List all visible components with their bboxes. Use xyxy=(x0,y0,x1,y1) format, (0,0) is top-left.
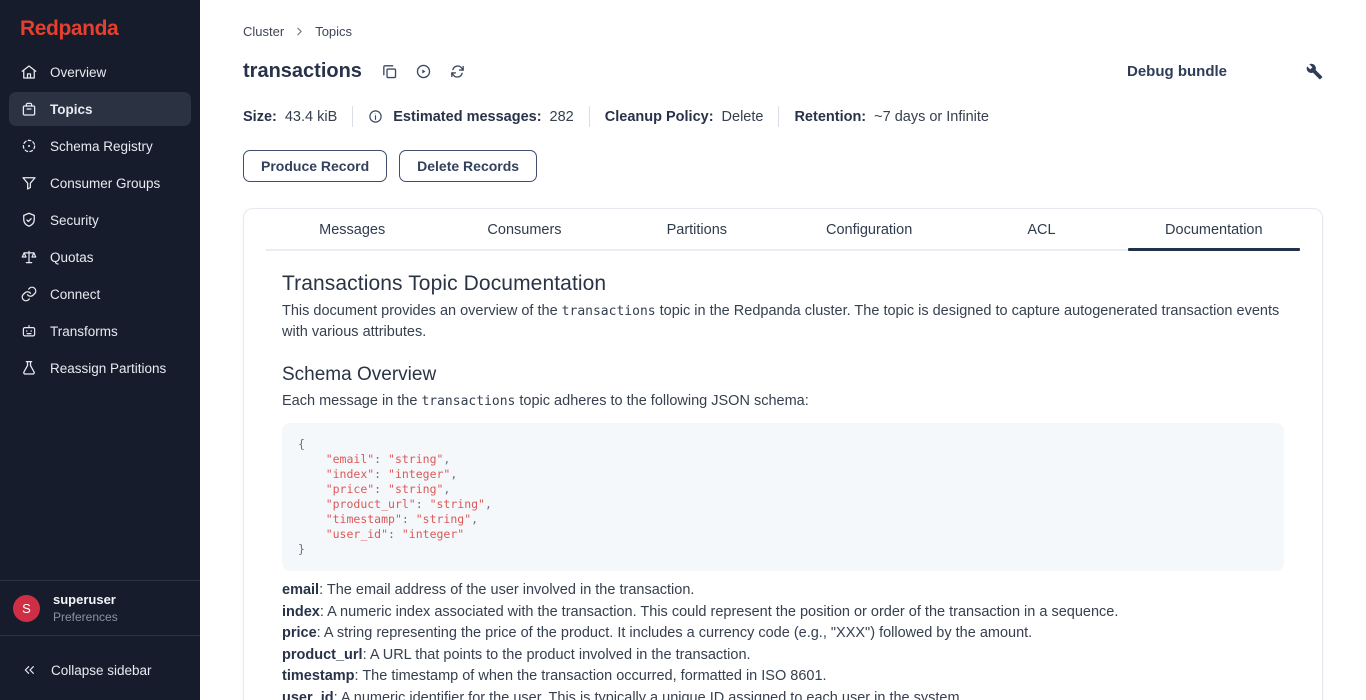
sidebar-item-reassign-partitions[interactable]: Reassign Partitions xyxy=(9,351,191,385)
sidebar-item-connect[interactable]: Connect xyxy=(9,277,191,311)
user-name: superuser xyxy=(53,592,118,607)
sidebar-item-label: Security xyxy=(50,213,99,228)
tab-documentation[interactable]: Documentation xyxy=(1128,209,1300,249)
tab-acl[interactable]: ACL xyxy=(955,209,1127,249)
field-timestamp: timestamp: The timestamp of when the tra… xyxy=(282,666,1284,688)
action-buttons: Produce Record Delete Records xyxy=(243,150,1323,182)
breadcrumb-topics[interactable]: Topics xyxy=(315,24,352,39)
documentation-panel: Transactions Topic Documentation This do… xyxy=(244,251,1322,700)
field-product-url: product_url: A URL that points to the pr… xyxy=(282,645,1284,667)
sidebar-bottom: S superuser Preferences Collapse sidebar xyxy=(0,580,200,700)
wrench-icon[interactable] xyxy=(1306,63,1323,80)
topic-stats: Size: 43.4 kiB Estimated messages: 282 C… xyxy=(243,106,1323,127)
doc-intro-paragraph: This document provides an overview of th… xyxy=(282,301,1284,343)
title-row: transactions Debug bundle xyxy=(243,60,1323,83)
doc-title: Transactions Topic Documentation xyxy=(282,272,1284,296)
stat-size: Size: 43.4 kiB xyxy=(243,109,337,125)
tab-bar: Messages Consumers Partitions Configurat… xyxy=(266,209,1300,251)
chevrons-left-icon xyxy=(21,662,37,678)
produce-record-button[interactable]: Produce Record xyxy=(243,150,387,182)
tab-configuration[interactable]: Configuration xyxy=(783,209,955,249)
main-content: Cluster Topics transactions Debug bundle xyxy=(200,0,1366,700)
info-icon[interactable] xyxy=(368,109,383,124)
home-icon xyxy=(20,63,38,81)
sidebar-item-transforms[interactable]: Transforms xyxy=(9,314,191,348)
sidebar-item-label: Topics xyxy=(50,102,93,117)
page-title: transactions xyxy=(243,60,362,83)
inline-code: transactions xyxy=(421,394,515,409)
collapse-sidebar-button[interactable]: Collapse sidebar xyxy=(0,636,200,700)
debug-bundle-button[interactable]: Debug bundle xyxy=(1127,63,1227,80)
tab-partitions[interactable]: Partitions xyxy=(611,209,783,249)
tab-consumers[interactable]: Consumers xyxy=(438,209,610,249)
field-index: index: A numeric index associated with t… xyxy=(282,602,1284,624)
sidebar-nav: Overview Topics Schema Registry Consumer… xyxy=(0,53,200,390)
user-block[interactable]: S superuser Preferences xyxy=(0,581,200,635)
breadcrumb: Cluster Topics xyxy=(243,24,1323,39)
field-email: email: The email address of the user inv… xyxy=(282,580,1284,602)
robot-icon xyxy=(20,322,38,340)
preferences-link[interactable]: Preferences xyxy=(53,610,118,624)
sidebar-item-topics[interactable]: Topics xyxy=(9,92,191,126)
avatar: S xyxy=(13,595,40,622)
schema-paragraph: Each message in the transactions topic a… xyxy=(282,391,1284,412)
collapse-sidebar-label: Collapse sidebar xyxy=(51,663,152,678)
field-price: price: A string representing the price o… xyxy=(282,623,1284,645)
play-circle-icon[interactable] xyxy=(415,63,432,80)
divider xyxy=(352,106,353,127)
shield-check-icon xyxy=(20,211,38,229)
field-descriptions: email: The email address of the user inv… xyxy=(282,580,1284,700)
link-icon xyxy=(20,285,38,303)
sidebar-item-overview[interactable]: Overview xyxy=(9,55,191,89)
field-user-id: user_id: A numeric identifier for the us… xyxy=(282,688,1284,700)
funnel-icon xyxy=(20,174,38,192)
scales-icon xyxy=(20,248,38,266)
stat-retention: Retention: ~7 days or Infinite xyxy=(794,109,989,125)
sidebar-item-label: Schema Registry xyxy=(50,139,153,154)
sidebar-item-label: Connect xyxy=(50,287,100,302)
schema-registry-icon xyxy=(20,137,38,155)
sidebar-item-label: Reassign Partitions xyxy=(50,361,166,376)
sidebar-item-security[interactable]: Security xyxy=(9,203,191,237)
sidebar-item-quotas[interactable]: Quotas xyxy=(9,240,191,274)
sidebar-item-label: Transforms xyxy=(50,324,118,339)
schema-overview-heading: Schema Overview xyxy=(282,364,1284,386)
topics-box-icon xyxy=(20,100,38,118)
breadcrumb-cluster[interactable]: Cluster xyxy=(243,24,284,39)
inline-code: transactions xyxy=(562,304,656,319)
sidebar-item-label: Overview xyxy=(50,65,106,80)
sidebar-item-schema-registry[interactable]: Schema Registry xyxy=(9,129,191,163)
flask-icon xyxy=(20,359,38,377)
topic-detail-card: Messages Consumers Partitions Configurat… xyxy=(243,208,1323,700)
divider xyxy=(589,106,590,127)
divider xyxy=(778,106,779,127)
redpanda-logo: Redpanda xyxy=(0,0,200,53)
stat-estimated-messages: Estimated messages: 282 xyxy=(368,109,574,125)
stat-cleanup-policy: Cleanup Policy: Delete xyxy=(605,109,764,125)
delete-records-button[interactable]: Delete Records xyxy=(399,150,537,182)
refresh-icon[interactable] xyxy=(449,63,466,80)
copy-icon[interactable] xyxy=(381,63,398,80)
sidebar-item-consumer-groups[interactable]: Consumer Groups xyxy=(9,166,191,200)
sidebar: Redpanda Overview Topics Schema Registry… xyxy=(0,0,200,700)
json-schema-code-block: { "email": "string", "index": "integer",… xyxy=(282,423,1284,571)
tab-messages[interactable]: Messages xyxy=(266,209,438,249)
sidebar-item-label: Quotas xyxy=(50,250,94,265)
sidebar-item-label: Consumer Groups xyxy=(50,176,160,191)
chevron-right-icon xyxy=(293,25,306,38)
